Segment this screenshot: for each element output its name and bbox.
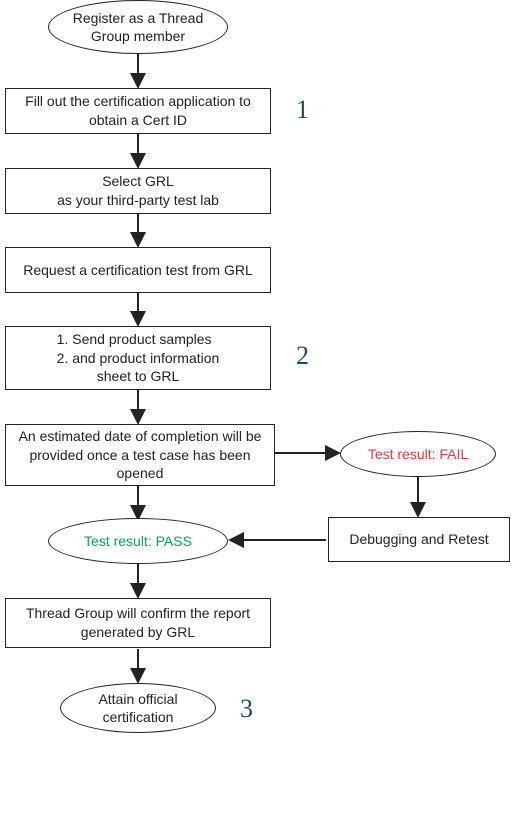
node-samples-line1: 1. Send product samples (57, 330, 220, 349)
node-fail: Test result: FAIL (340, 431, 496, 477)
node-debug-label: Debugging and Retest (349, 530, 488, 549)
node-fillcert: Fill out the certification application t… (5, 88, 271, 134)
node-estimated: An estimated date of completion will be … (5, 424, 275, 486)
node-fail-label: Test result: FAIL (368, 445, 468, 463)
node-request-label: Request a certification test from GRL (23, 261, 253, 280)
annotation-1: 1 (296, 95, 309, 125)
annotation-3: 3 (240, 694, 253, 724)
node-selectgrl-label: Select GRL as your third-party test lab (57, 172, 219, 210)
node-fillcert-label: Fill out the certification application t… (14, 92, 262, 130)
node-request: Request a certification test from GRL (5, 247, 271, 293)
node-pass-label: Test result: PASS (84, 532, 192, 550)
node-samples-line2: 2. and product information (57, 349, 220, 368)
node-pass: Test result: PASS (48, 518, 228, 564)
node-estimated-label: An estimated date of completion will be … (14, 427, 266, 484)
node-selectgrl: Select GRL as your third-party test lab (5, 168, 271, 214)
node-samples: 1. Send product samples 2. and product i… (5, 326, 271, 390)
node-register-label: Register as a Thread Group member (59, 9, 217, 45)
node-debug: Debugging and Retest (328, 517, 510, 562)
node-samples-line3: sheet to GRL (57, 367, 220, 386)
node-attain: Attain official certification (60, 683, 216, 733)
node-register: Register as a Thread Group member (48, 0, 228, 54)
node-attain-label: Attain official certification (71, 690, 205, 726)
node-confirm: Thread Group will confirm the report gen… (5, 598, 271, 648)
node-confirm-label: Thread Group will confirm the report gen… (14, 604, 262, 642)
annotation-2: 2 (296, 341, 309, 371)
